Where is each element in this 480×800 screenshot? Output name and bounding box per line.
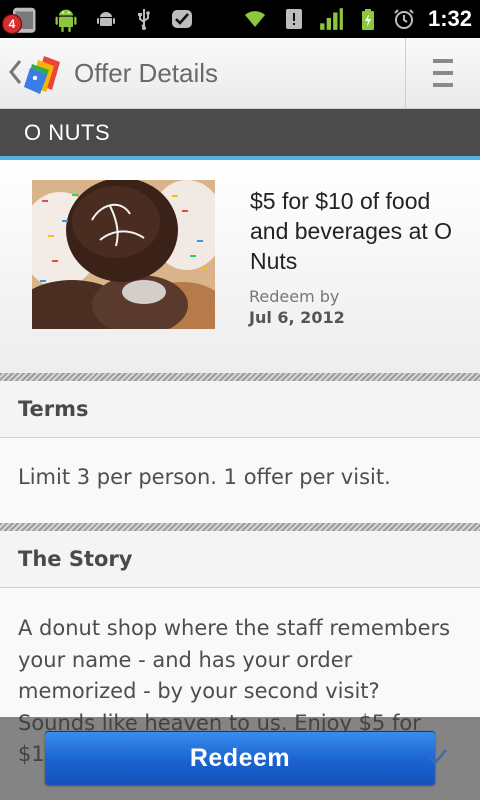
- alert-icon: [285, 9, 302, 29]
- terms-title: Terms: [18, 397, 89, 421]
- overflow-menu-button[interactable]: [406, 38, 480, 108]
- story-title: The Story: [18, 547, 133, 571]
- offer-image: [32, 180, 215, 329]
- android-debug-icon: [97, 12, 115, 26]
- clock-time: 1:32: [427, 6, 472, 31]
- offer-headline: $5 for $10 of food and beverages at O Nu…: [250, 188, 453, 274]
- story-header: The Story: [0, 531, 480, 588]
- section-divider: [0, 373, 480, 381]
- terms-text: Limit 3 per person. 1 offer per visit.: [18, 465, 391, 489]
- offer-summary-card: $5 for $10 of food and beverages at O Nu…: [0, 160, 480, 373]
- chevron-left-icon[interactable]: [8, 59, 22, 85]
- app-notification-icon: 4: [2, 4, 38, 34]
- status-bar: 4 1:32: [0, 0, 480, 38]
- redeem-by-label: Redeem by: [249, 287, 340, 306]
- check-icon: [172, 10, 192, 28]
- terms-header: Terms: [0, 381, 480, 438]
- usb-icon: [138, 9, 150, 30]
- merchant-header: O NUTS: [0, 109, 480, 156]
- section-divider: [0, 523, 480, 531]
- alarm-icon: [394, 9, 414, 29]
- wifi-icon: [244, 11, 265, 27]
- google-offers-icon[interactable]: [24, 52, 68, 96]
- redeem-by-date: Jul 6, 2012: [249, 308, 345, 327]
- action-bar: Offer Details: [0, 38, 480, 109]
- terms-body: Limit 3 per person. 1 offer per visit.: [0, 438, 480, 523]
- android-icon: [55, 9, 77, 32]
- battery-icon: [361, 9, 374, 30]
- merchant-name: O NUTS: [24, 120, 111, 145]
- checkmark-icon: [429, 749, 447, 765]
- redeem-button[interactable]: Redeem: [45, 731, 435, 785]
- signal-icon: [320, 8, 343, 30]
- screen-title: Offer Details: [74, 58, 219, 88]
- notification-badge: 4: [2, 14, 22, 34]
